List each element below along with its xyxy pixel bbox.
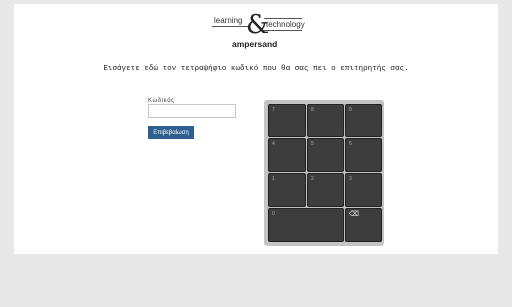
submit-button[interactable]: Επιβεβαίωση [148, 126, 194, 139]
logo-rule-right-bottom [264, 30, 302, 31]
key-2[interactable]: 2 [307, 173, 344, 207]
key-7[interactable]: 7 [268, 104, 306, 137]
key-6[interactable]: 6 [345, 138, 382, 172]
key-label: 7 [272, 107, 275, 113]
key-label: 1 [272, 176, 275, 182]
backspace-icon: ⌫ [349, 211, 359, 218]
key-label: 2 [311, 176, 314, 182]
logo-word-technology: technology [266, 20, 305, 29]
logo-rule-right-top [264, 18, 302, 19]
key-label: 5 [311, 141, 314, 147]
key-1[interactable]: 1 [268, 173, 306, 207]
logo-word-learning: learning [214, 16, 243, 25]
main-panel: learning & technology ampersand Εισάγετε… [14, 4, 498, 254]
backspace-key[interactable]: ⌫ [345, 208, 382, 242]
key-5[interactable]: 5 [307, 138, 344, 172]
code-input[interactable] [148, 104, 236, 118]
key-0[interactable]: 0 [268, 208, 344, 242]
numeric-keypad: 7 8 9 4 5 6 1 2 3 0 ⌫ [264, 100, 384, 246]
key-label: 4 [272, 141, 275, 147]
key-label: 6 [349, 141, 352, 147]
key-9[interactable]: 9 [345, 104, 382, 137]
logo-brand-name: ampersand [232, 39, 278, 49]
key-4[interactable]: 4 [268, 138, 306, 172]
key-8[interactable]: 8 [307, 104, 344, 137]
key-label: 9 [349, 107, 352, 113]
instruction-text: Εισάγετε εδώ τον τετραψήφιο κωδικό που θ… [103, 65, 409, 73]
key-3[interactable]: 3 [345, 173, 382, 207]
logo-rule-top [212, 26, 250, 27]
key-label: 0 [272, 211, 275, 217]
ampersand-logo: learning & technology ampersand [212, 10, 305, 50]
key-label: 3 [349, 176, 352, 182]
key-label: 8 [311, 107, 314, 113]
